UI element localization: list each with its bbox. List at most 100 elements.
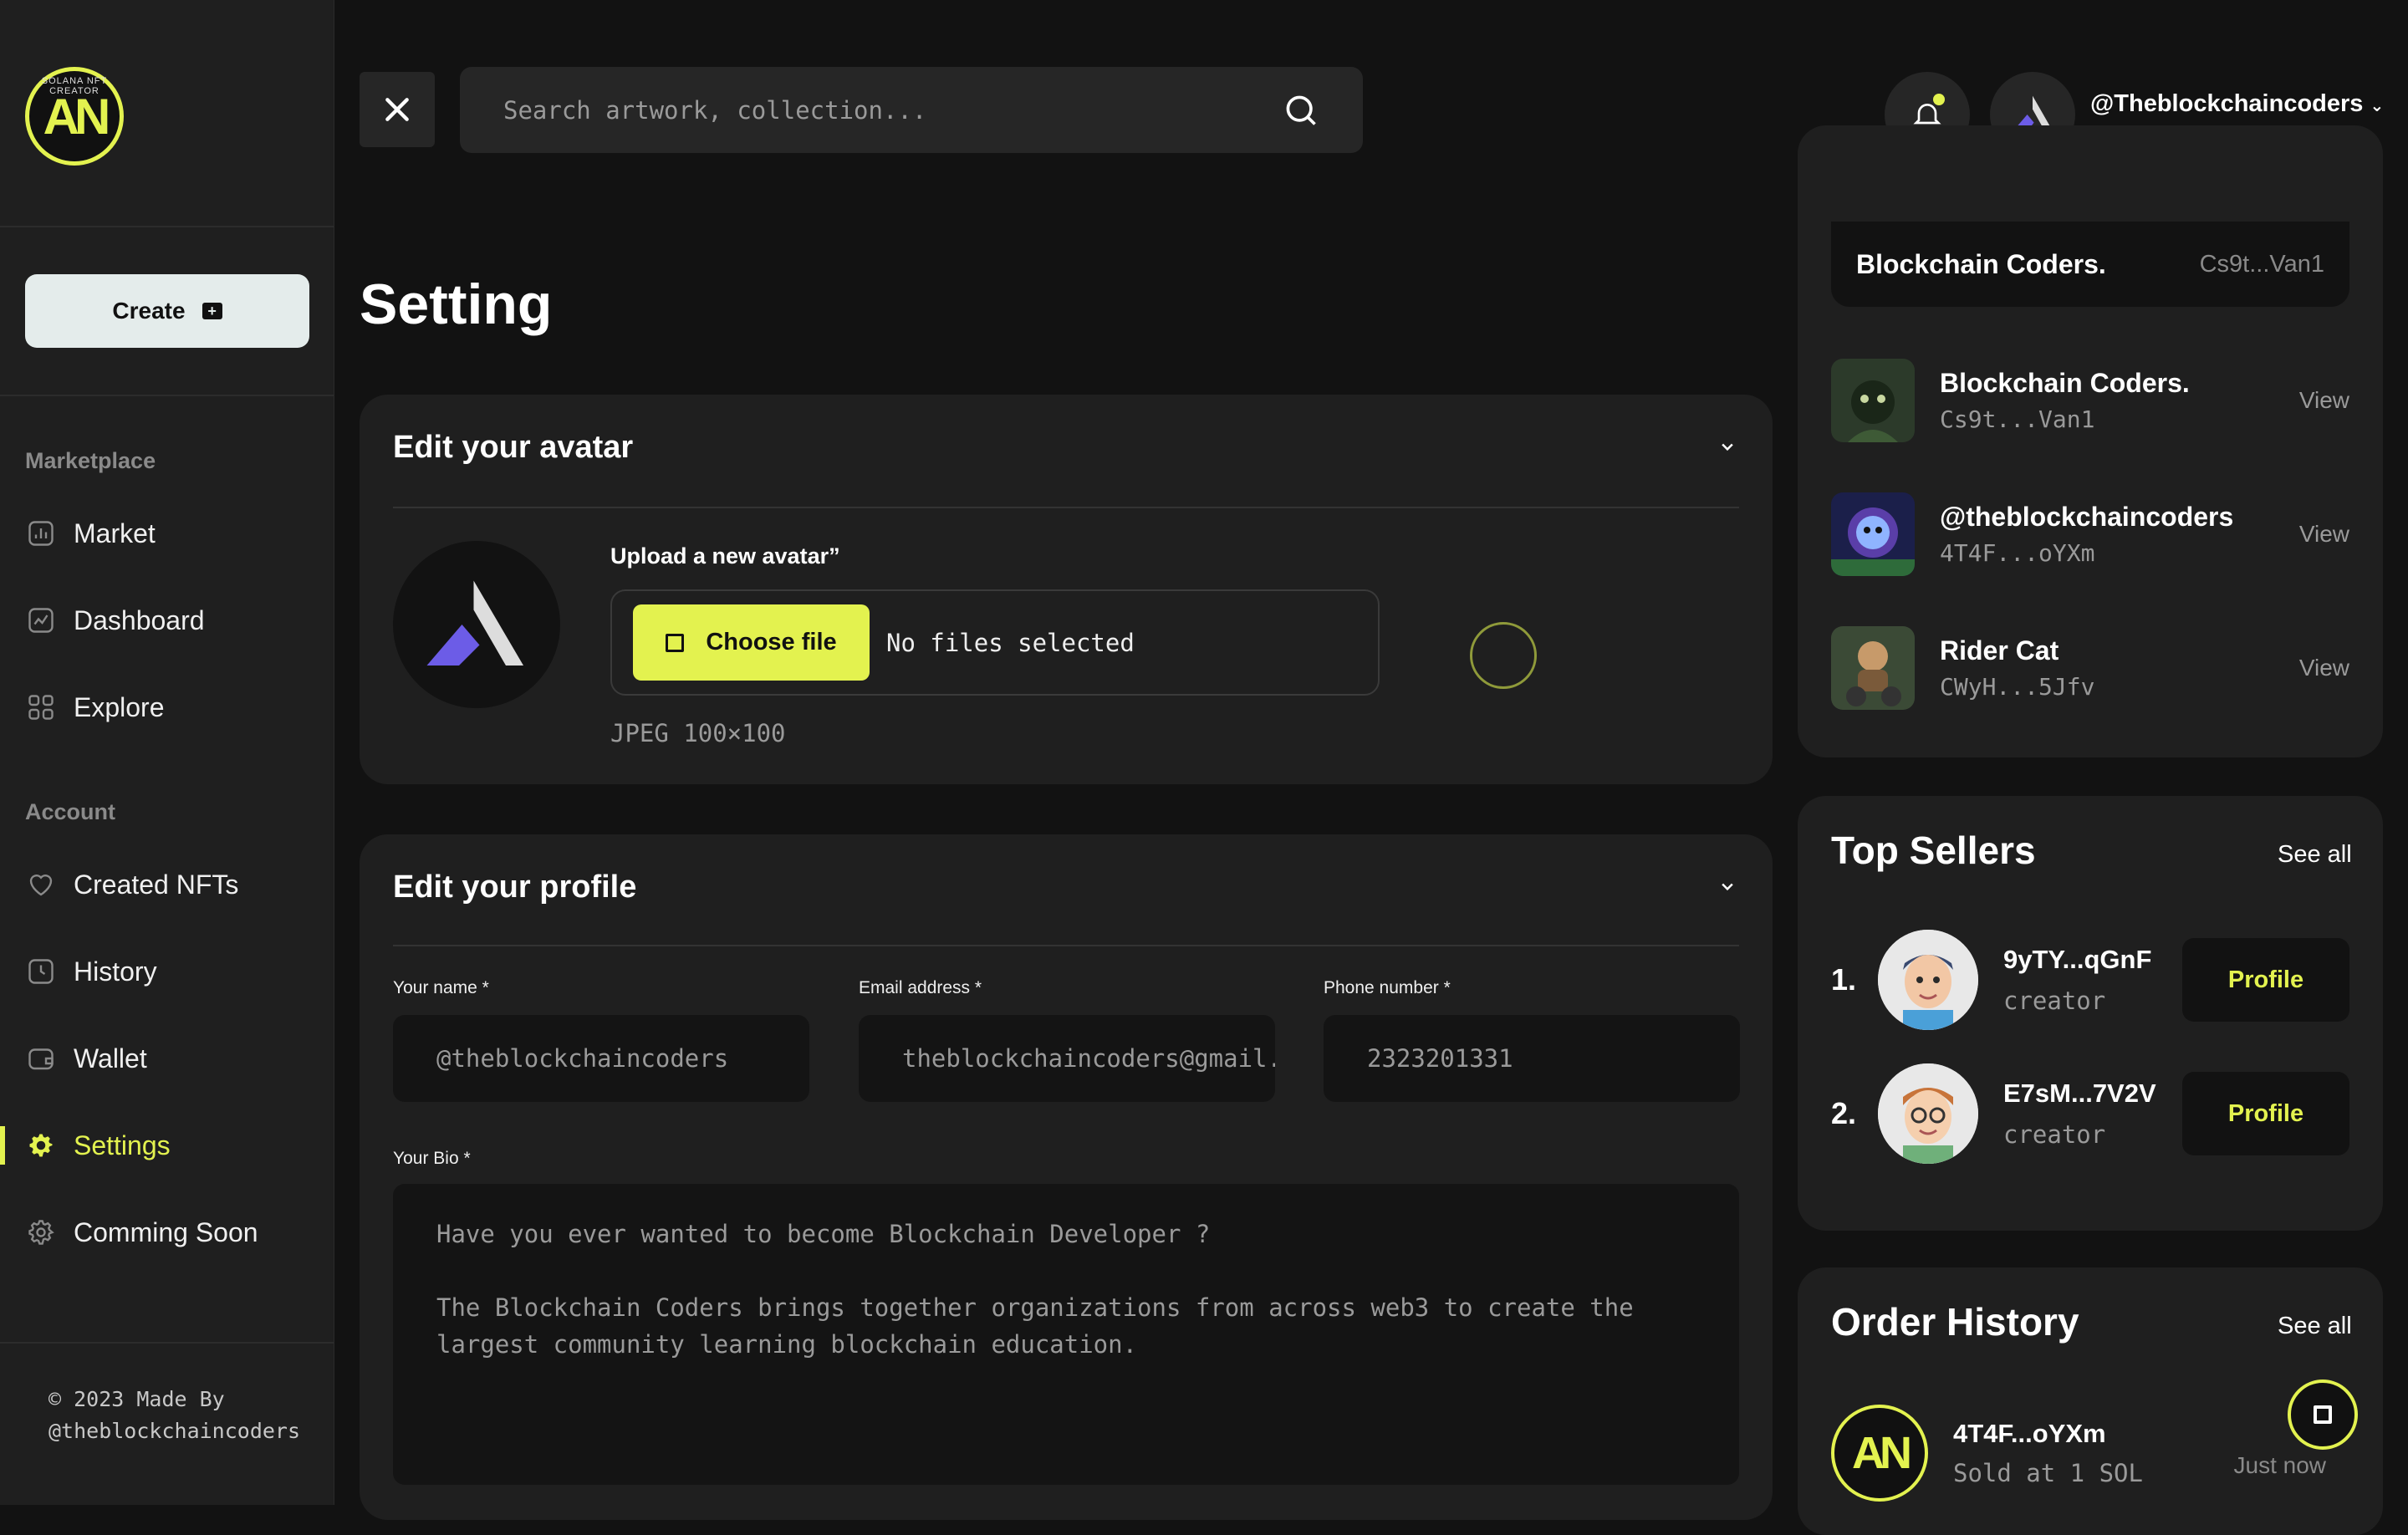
phone-field (1324, 1015, 1740, 1102)
avatar-card-title: Edit your avatar (393, 430, 634, 465)
choose-file-label: Choose file (706, 629, 837, 655)
loading-spinner (1470, 622, 1537, 689)
marketplace-heading: Marketplace (25, 448, 156, 473)
seller-row: 2. E7sM...7V2V creator Profile (1831, 1063, 2349, 1164)
account-heading: Account (25, 799, 115, 824)
sidebar-item-comming-soon[interactable]: Comming Soon (25, 1207, 258, 1257)
footer-copyright: © 2023 Made By (48, 1387, 225, 1411)
featured-name: Blockchain Coders. (1856, 248, 2106, 279)
name-field (393, 1015, 809, 1102)
close-icon (385, 98, 409, 121)
collection-address: 4T4F...oYXm (1940, 539, 2095, 567)
collection-name: Rider Cat (1940, 635, 2059, 666)
sidebar-item-created-nfts[interactable]: Created NFTs (25, 859, 238, 910)
avatar-preview (393, 541, 560, 708)
seller-address: E7sM...7V2V (2003, 1079, 2156, 1108)
bio-textarea[interactable]: Have you ever wanted to become Blockchai… (393, 1184, 1739, 1485)
square-icon (666, 633, 685, 652)
search-input[interactable] (503, 95, 1283, 125)
seller-rank: 1. (1831, 962, 1857, 997)
sidebar-divider (0, 395, 334, 396)
seller-role: creator (2003, 987, 2106, 1015)
heart-icon (25, 869, 57, 900)
add-folder-icon: + (202, 303, 222, 319)
sidebar-item-market[interactable]: Market (25, 508, 156, 558)
gear-icon (25, 1130, 57, 1161)
view-link[interactable]: View (2299, 521, 2349, 548)
order-row[interactable]: AN 4T4F...oYXm Sold at 1 SOL Just now (1831, 1400, 2349, 1505)
phone-input[interactable] (1367, 1044, 1740, 1073)
profile-card: Edit your profile Your name * Email addr… (360, 834, 1773, 1520)
seller-avatar[interactable] (1878, 930, 1978, 1030)
sidebar-item-label: Created NFTs (74, 869, 239, 900)
sidebar-item-label: Wallet (74, 1043, 147, 1073)
view-link[interactable]: View (2299, 655, 2349, 681)
chevron-down-icon[interactable] (1719, 438, 1736, 455)
profile-button[interactable]: Profile (2182, 938, 2349, 1022)
logo-monogram: AN (1852, 1427, 1912, 1478)
sidebar-item-label: Market (74, 518, 156, 548)
top-sellers-see-all[interactable]: See all (2278, 841, 2352, 869)
collection-row[interactable]: @theblockchaincoders 4T4F...oYXm View (1831, 488, 2349, 580)
bio-label: Your Bio * (393, 1149, 471, 1168)
upload-hint: JPEG 100×100 (610, 719, 786, 747)
collection-name: @theblockchaincoders (1940, 502, 2234, 532)
profile-card-title: Edit your profile (393, 869, 637, 905)
search-icon[interactable] (1283, 92, 1319, 129)
chevron-down-icon: ⌄ (2370, 97, 2385, 115)
upload-label: Upload a new avatar” (610, 543, 840, 569)
logo-ring-text: SOLANA NFT CREATOR (41, 76, 108, 96)
card-divider (393, 507, 1739, 508)
seller-row: 1. 9yTY...qGnF creator Profile (1831, 930, 2349, 1030)
seller-avatar[interactable] (1878, 1063, 1978, 1164)
avatar-card: Edit your avatar Upload a new avatar” Ch… (360, 395, 1773, 784)
view-link[interactable]: View (2299, 387, 2349, 414)
square-icon (2314, 1405, 2332, 1424)
collection-address: CWyH...5Jfv (1940, 673, 2095, 701)
floating-action-button[interactable] (2288, 1379, 2358, 1450)
sidebar-item-label: History (74, 956, 157, 987)
email-input[interactable] (902, 1044, 1275, 1073)
chart-bar-icon (25, 518, 57, 549)
grid-icon (25, 691, 57, 723)
sidebar-item-explore[interactable]: Explore (25, 682, 165, 732)
collection-row[interactable]: Blockchain Coders. Cs9t...Van1 View (1831, 354, 2349, 446)
close-button[interactable] (360, 72, 435, 147)
sidebar-item-wallet[interactable]: Wallet (25, 1033, 147, 1084)
top-sellers-title: Top Sellers (1831, 829, 2036, 872)
sidebar-item-label: Dashboard (74, 604, 205, 635)
order-avatar: AN (1831, 1404, 1928, 1502)
chevron-down-icon[interactable] (1719, 878, 1736, 895)
sidebar-divider (0, 226, 334, 227)
create-button[interactable]: Create + (25, 274, 309, 348)
active-indicator (0, 1126, 5, 1165)
create-button-label: Create (112, 298, 186, 324)
collection-thumbnail (1831, 359, 1915, 442)
phone-label: Phone number * (1324, 978, 1451, 997)
choose-file-button[interactable]: Choose file (633, 604, 870, 681)
username-dropdown[interactable]: @Theblockchaincoders ⌄ (2090, 90, 2384, 118)
name-input[interactable] (436, 1044, 809, 1073)
sidebar-item-history[interactable]: History (25, 946, 157, 997)
brand-triangle-icon (426, 580, 523, 666)
profile-button[interactable]: Profile (2182, 1072, 2349, 1155)
page-title: Setting (360, 273, 553, 336)
order-history-title: Order History (1831, 1300, 2079, 1344)
footer-author: @theblockchaincoders (48, 1419, 301, 1443)
gear-outline-icon (25, 1216, 57, 1248)
brand-logo[interactable]: SOLANA NFT CREATOR AN (25, 67, 124, 166)
collection-thumbnail (1831, 492, 1915, 576)
username-label: @Theblockchaincoders (2090, 90, 2364, 117)
collection-row[interactable]: Rider Cat CWyH...5Jfv View (1831, 622, 2349, 714)
card-divider (393, 945, 1739, 946)
collection-name: Blockchain Coders. (1940, 368, 2190, 398)
sidebar-item-dashboard[interactable]: Dashboard (25, 595, 205, 645)
sidebar-item-settings[interactable]: Settings (25, 1120, 171, 1170)
seller-address: 9yTY...qGnF (2003, 945, 2152, 974)
file-status: No files selected (886, 628, 1135, 657)
order-history-see-all[interactable]: See all (2278, 1313, 2352, 1340)
order-time: Just now (2233, 1452, 2327, 1478)
featured-collection[interactable]: Blockchain Coders. Cs9t...Van1 (1831, 222, 2349, 307)
sidebar-item-label: Settings (74, 1130, 171, 1160)
sidebar-footer: © 2023 Made By @theblockchaincoders (0, 1342, 334, 1505)
